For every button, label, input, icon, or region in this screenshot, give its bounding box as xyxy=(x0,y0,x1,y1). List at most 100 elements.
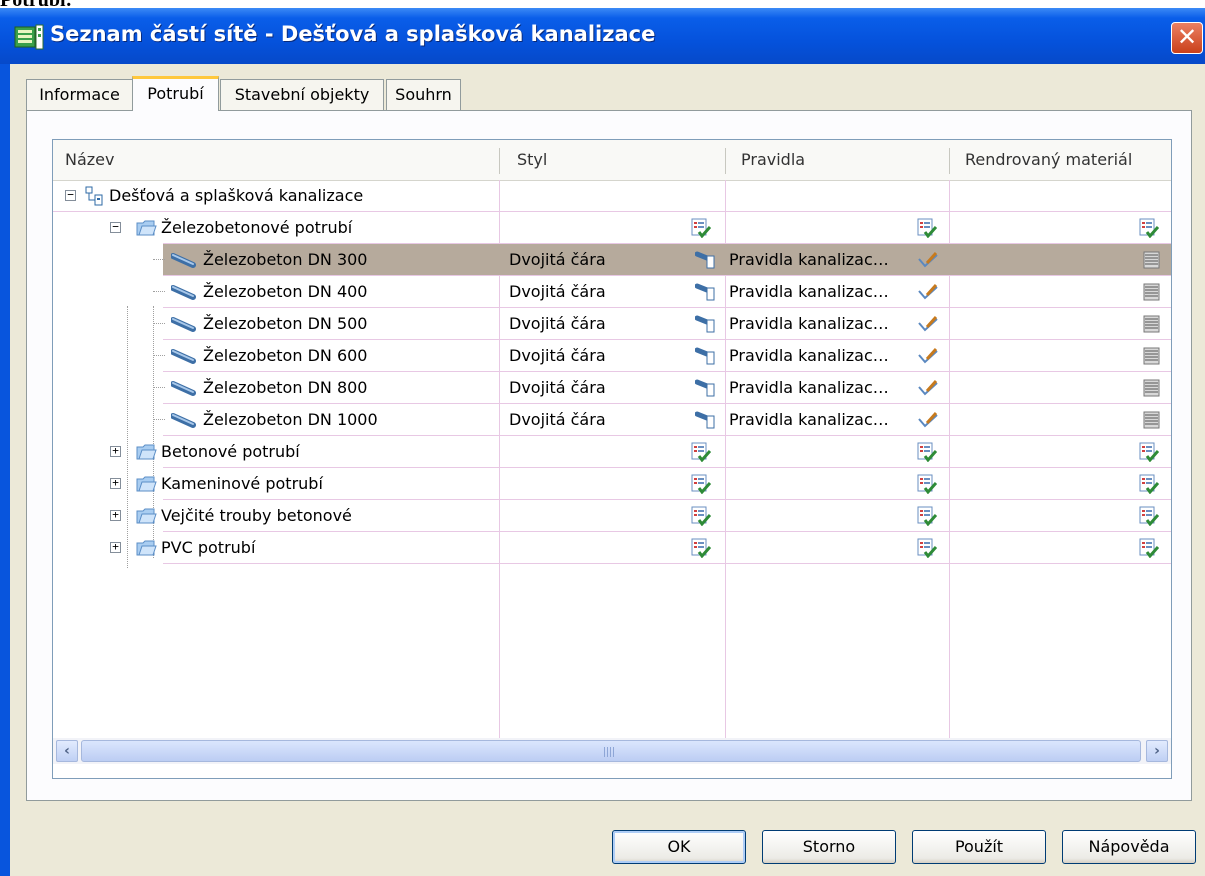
material-icon[interactable] xyxy=(1143,314,1161,334)
rules-edit-icon[interactable] xyxy=(917,379,939,397)
pipe-row[interactable]: Železobeton DN 400 Dvojitá čára Pravidla… xyxy=(53,276,1171,308)
tree-row-group[interactable]: − Železobetonové potrubí xyxy=(53,212,1171,244)
expand-toggle[interactable]: + xyxy=(110,477,121,489)
network-parts-icon xyxy=(14,24,44,50)
list-check-icon[interactable] xyxy=(917,538,937,558)
rules-edit-icon[interactable] xyxy=(917,315,939,333)
pipe-name: Železobeton DN 600 xyxy=(203,346,368,365)
style-icon[interactable] xyxy=(695,314,717,334)
folder-icon xyxy=(136,508,157,524)
list-check-icon[interactable] xyxy=(917,218,937,238)
list-check-icon[interactable] xyxy=(691,442,711,462)
pipe-row[interactable]: Železobeton DN 600 Dvojitá čára Pravidla… xyxy=(53,340,1171,372)
style-icon[interactable] xyxy=(695,346,717,366)
pipe-icon xyxy=(171,349,196,364)
close-button[interactable]: ✕ xyxy=(1171,22,1203,54)
pipe-row[interactable]: Železobeton DN 500 Dvojitá čára Pravidla… xyxy=(53,308,1171,340)
pipe-style: Dvojitá čára xyxy=(509,250,606,269)
title-bar[interactable]: Seznam částí sítě - Dešťová a splašková … xyxy=(0,8,1205,64)
help-button[interactable]: Nápověda xyxy=(1062,830,1196,864)
grid-header: Název Styl Pravidla Rendrovaný materiál xyxy=(53,140,1171,181)
pipe-icon xyxy=(171,285,196,300)
tree-label-group: Železobetonové potrubí xyxy=(161,218,353,237)
tree-connector xyxy=(153,291,165,292)
list-check-icon[interactable] xyxy=(691,474,711,494)
material-icon[interactable] xyxy=(1143,346,1161,366)
column-divider[interactable] xyxy=(499,148,500,174)
horizontal-scrollbar[interactable]: ‹ › xyxy=(53,738,1171,764)
rules-edit-icon[interactable] xyxy=(917,411,939,429)
pipe-rules: Pravidla kanalizac… xyxy=(729,378,889,397)
material-icon[interactable] xyxy=(1143,282,1161,302)
tree-row-group[interactable]: + PVC potrubí xyxy=(53,532,1171,564)
folder-icon xyxy=(136,444,157,460)
expand-toggle[interactable]: + xyxy=(110,509,121,521)
pipe-row[interactable]: Železobeton DN 1000 Dvojitá čára Pravidl… xyxy=(53,404,1171,436)
list-check-icon[interactable] xyxy=(917,506,937,526)
column-divider[interactable] xyxy=(949,148,950,174)
pipe-row[interactable]: Železobeton DN 800 Dvojitá čára Pravidla… xyxy=(53,372,1171,404)
style-icon[interactable] xyxy=(695,410,717,430)
tree-row-group[interactable]: + Betonové potrubí xyxy=(53,436,1171,468)
column-divider[interactable] xyxy=(725,148,726,174)
column-header-material[interactable]: Rendrovaný materiál xyxy=(953,140,1171,180)
pipe-rules: Pravidla kanalizac… xyxy=(729,410,889,429)
tab-souhrn[interactable]: Souhrn xyxy=(386,79,461,110)
column-header-style[interactable]: Styl xyxy=(505,140,725,180)
pipe-rules: Pravidla kanalizac… xyxy=(729,314,889,333)
scroll-right-button[interactable]: › xyxy=(1146,740,1168,762)
tree-connector xyxy=(153,323,165,324)
material-icon[interactable] xyxy=(1143,378,1161,398)
pipe-name: Železobeton DN 800 xyxy=(203,378,368,397)
list-check-icon[interactable] xyxy=(1139,442,1159,462)
tree-connector xyxy=(153,355,165,356)
scroll-grip-icon xyxy=(604,747,616,757)
list-check-icon[interactable] xyxy=(691,506,711,526)
scroll-left-button[interactable]: ‹ xyxy=(56,740,78,762)
pipe-style: Dvojitá čára xyxy=(509,346,606,365)
apply-button[interactable]: Použít xyxy=(912,830,1046,864)
ok-button[interactable]: OK xyxy=(612,830,746,864)
rules-edit-icon[interactable] xyxy=(917,251,939,269)
cancel-button[interactable]: Storno xyxy=(762,830,896,864)
tree-connector xyxy=(153,419,165,420)
list-check-icon[interactable] xyxy=(691,218,711,238)
tab-informace[interactable]: Informace xyxy=(26,79,133,110)
scroll-thumb[interactable] xyxy=(81,740,1141,762)
pipe-style: Dvojitá čára xyxy=(509,314,606,333)
list-check-icon[interactable] xyxy=(691,538,711,558)
style-icon[interactable] xyxy=(695,282,717,302)
list-check-icon[interactable] xyxy=(1139,474,1159,494)
pipe-name: Železobeton DN 1000 xyxy=(203,410,378,429)
pipe-list-grid[interactable]: Název Styl Pravidla Rendrovaný materiál … xyxy=(52,139,1172,779)
list-check-icon[interactable] xyxy=(1139,218,1159,238)
pipe-style: Dvojitá čára xyxy=(509,282,606,301)
tree-row-group[interactable]: + Vejčité trouby betonové xyxy=(53,500,1171,532)
pipe-row[interactable]: Železobeton DN 300 Dvojitá čára Pravidla… xyxy=(53,244,1171,276)
column-header-name[interactable]: Název xyxy=(53,140,499,180)
collapse-toggle[interactable]: − xyxy=(65,189,76,201)
style-icon[interactable] xyxy=(695,250,717,270)
material-icon[interactable] xyxy=(1143,410,1161,430)
pipe-icon xyxy=(171,381,196,396)
expand-toggle[interactable]: + xyxy=(110,541,121,553)
column-header-rules[interactable]: Pravidla xyxy=(729,140,949,180)
list-check-icon[interactable] xyxy=(917,442,937,462)
style-icon[interactable] xyxy=(695,378,717,398)
tree-row-root[interactable]: − Dešťová a splašková kanalizace xyxy=(53,180,1171,212)
folder-icon xyxy=(136,476,157,492)
tab-stavebni-objekty[interactable]: Stavební objekty xyxy=(220,79,384,110)
rules-edit-icon[interactable] xyxy=(917,283,939,301)
material-icon[interactable] xyxy=(1143,250,1161,270)
pipe-icon xyxy=(171,253,196,268)
collapse-toggle[interactable]: − xyxy=(110,221,121,233)
pipe-style: Dvojitá čára xyxy=(509,410,606,429)
dialog-window: Seznam částí sítě - Dešťová a splašková … xyxy=(0,8,1205,876)
tab-potrubi[interactable]: Potrubí xyxy=(132,76,219,111)
tree-row-group[interactable]: + Kameninové potrubí xyxy=(53,468,1171,500)
rules-edit-icon[interactable] xyxy=(917,347,939,365)
expand-toggle[interactable]: + xyxy=(110,445,121,457)
list-check-icon[interactable] xyxy=(1139,538,1159,558)
list-check-icon[interactable] xyxy=(917,474,937,494)
list-check-icon[interactable] xyxy=(1139,506,1159,526)
